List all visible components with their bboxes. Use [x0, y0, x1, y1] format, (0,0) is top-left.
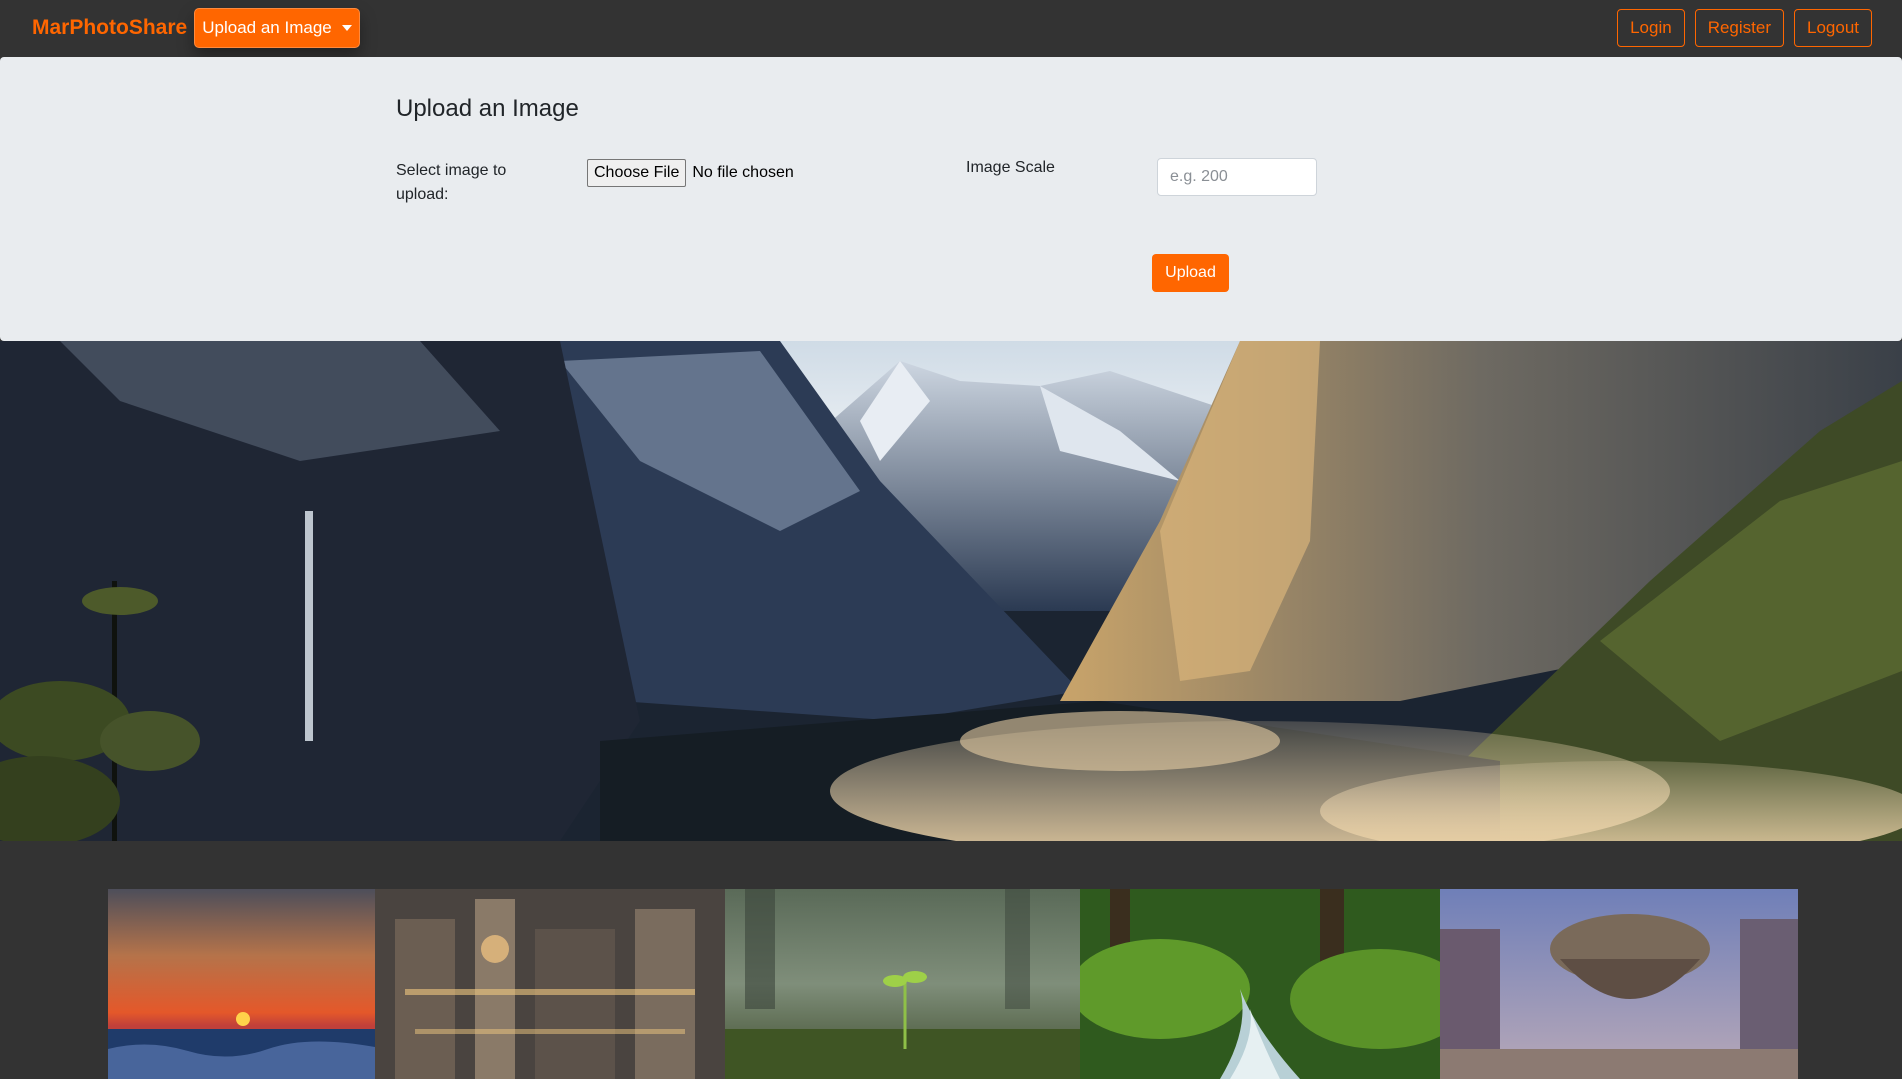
image-scale-label: Image Scale	[966, 159, 1055, 176]
choose-file-button[interactable]: Choose File	[587, 159, 687, 187]
gallery-thumb-steampunk-city[interactable]	[375, 889, 725, 1079]
login-button[interactable]: Login	[1617, 9, 1685, 47]
file-status-text: No file chosen	[692, 164, 794, 181]
caret-down-icon	[341, 25, 352, 31]
gallery-thumb-forest-stream[interactable]	[1080, 889, 1440, 1079]
airship-fantasy-image	[1440, 889, 1798, 1079]
brand-logo[interactable]: MarPhotoShare	[32, 16, 187, 40]
steampunk-city-image	[375, 889, 725, 1079]
register-button[interactable]: Register	[1694, 9, 1784, 47]
sprout-forest-image	[725, 889, 1080, 1079]
gallery-thumb-airship-fantasy[interactable]	[1440, 889, 1798, 1079]
gallery-thumb-sprout-forest[interactable]	[725, 889, 1080, 1079]
upload-submit-button[interactable]: Upload	[1152, 254, 1229, 292]
select-image-label: Select image to upload:	[396, 162, 507, 203]
upload-image-dropdown-label: Upload an Image	[202, 18, 332, 37]
auth-buttons: Login Register Logout	[1617, 9, 1872, 47]
photo-gallery	[108, 889, 1798, 1079]
file-input[interactable]: Choose File No file chosen	[587, 159, 794, 187]
upload-panel: Upload an Image Select image to upload: …	[0, 57, 1902, 341]
gallery-thumb-sunset-ocean[interactable]	[108, 889, 375, 1079]
landscape-illustration	[0, 341, 1902, 841]
upload-image-dropdown[interactable]: Upload an Image	[194, 8, 360, 48]
navbar: MarPhotoShare Upload an Image Login Regi…	[0, 0, 1902, 57]
sunset-ocean-image	[108, 889, 375, 1079]
hero-landscape-image	[0, 341, 1902, 841]
image-scale-input[interactable]	[1157, 158, 1317, 196]
logout-button[interactable]: Logout	[1794, 9, 1872, 47]
forest-stream-image	[1080, 889, 1440, 1079]
upload-panel-title: Upload an Image	[396, 95, 579, 122]
